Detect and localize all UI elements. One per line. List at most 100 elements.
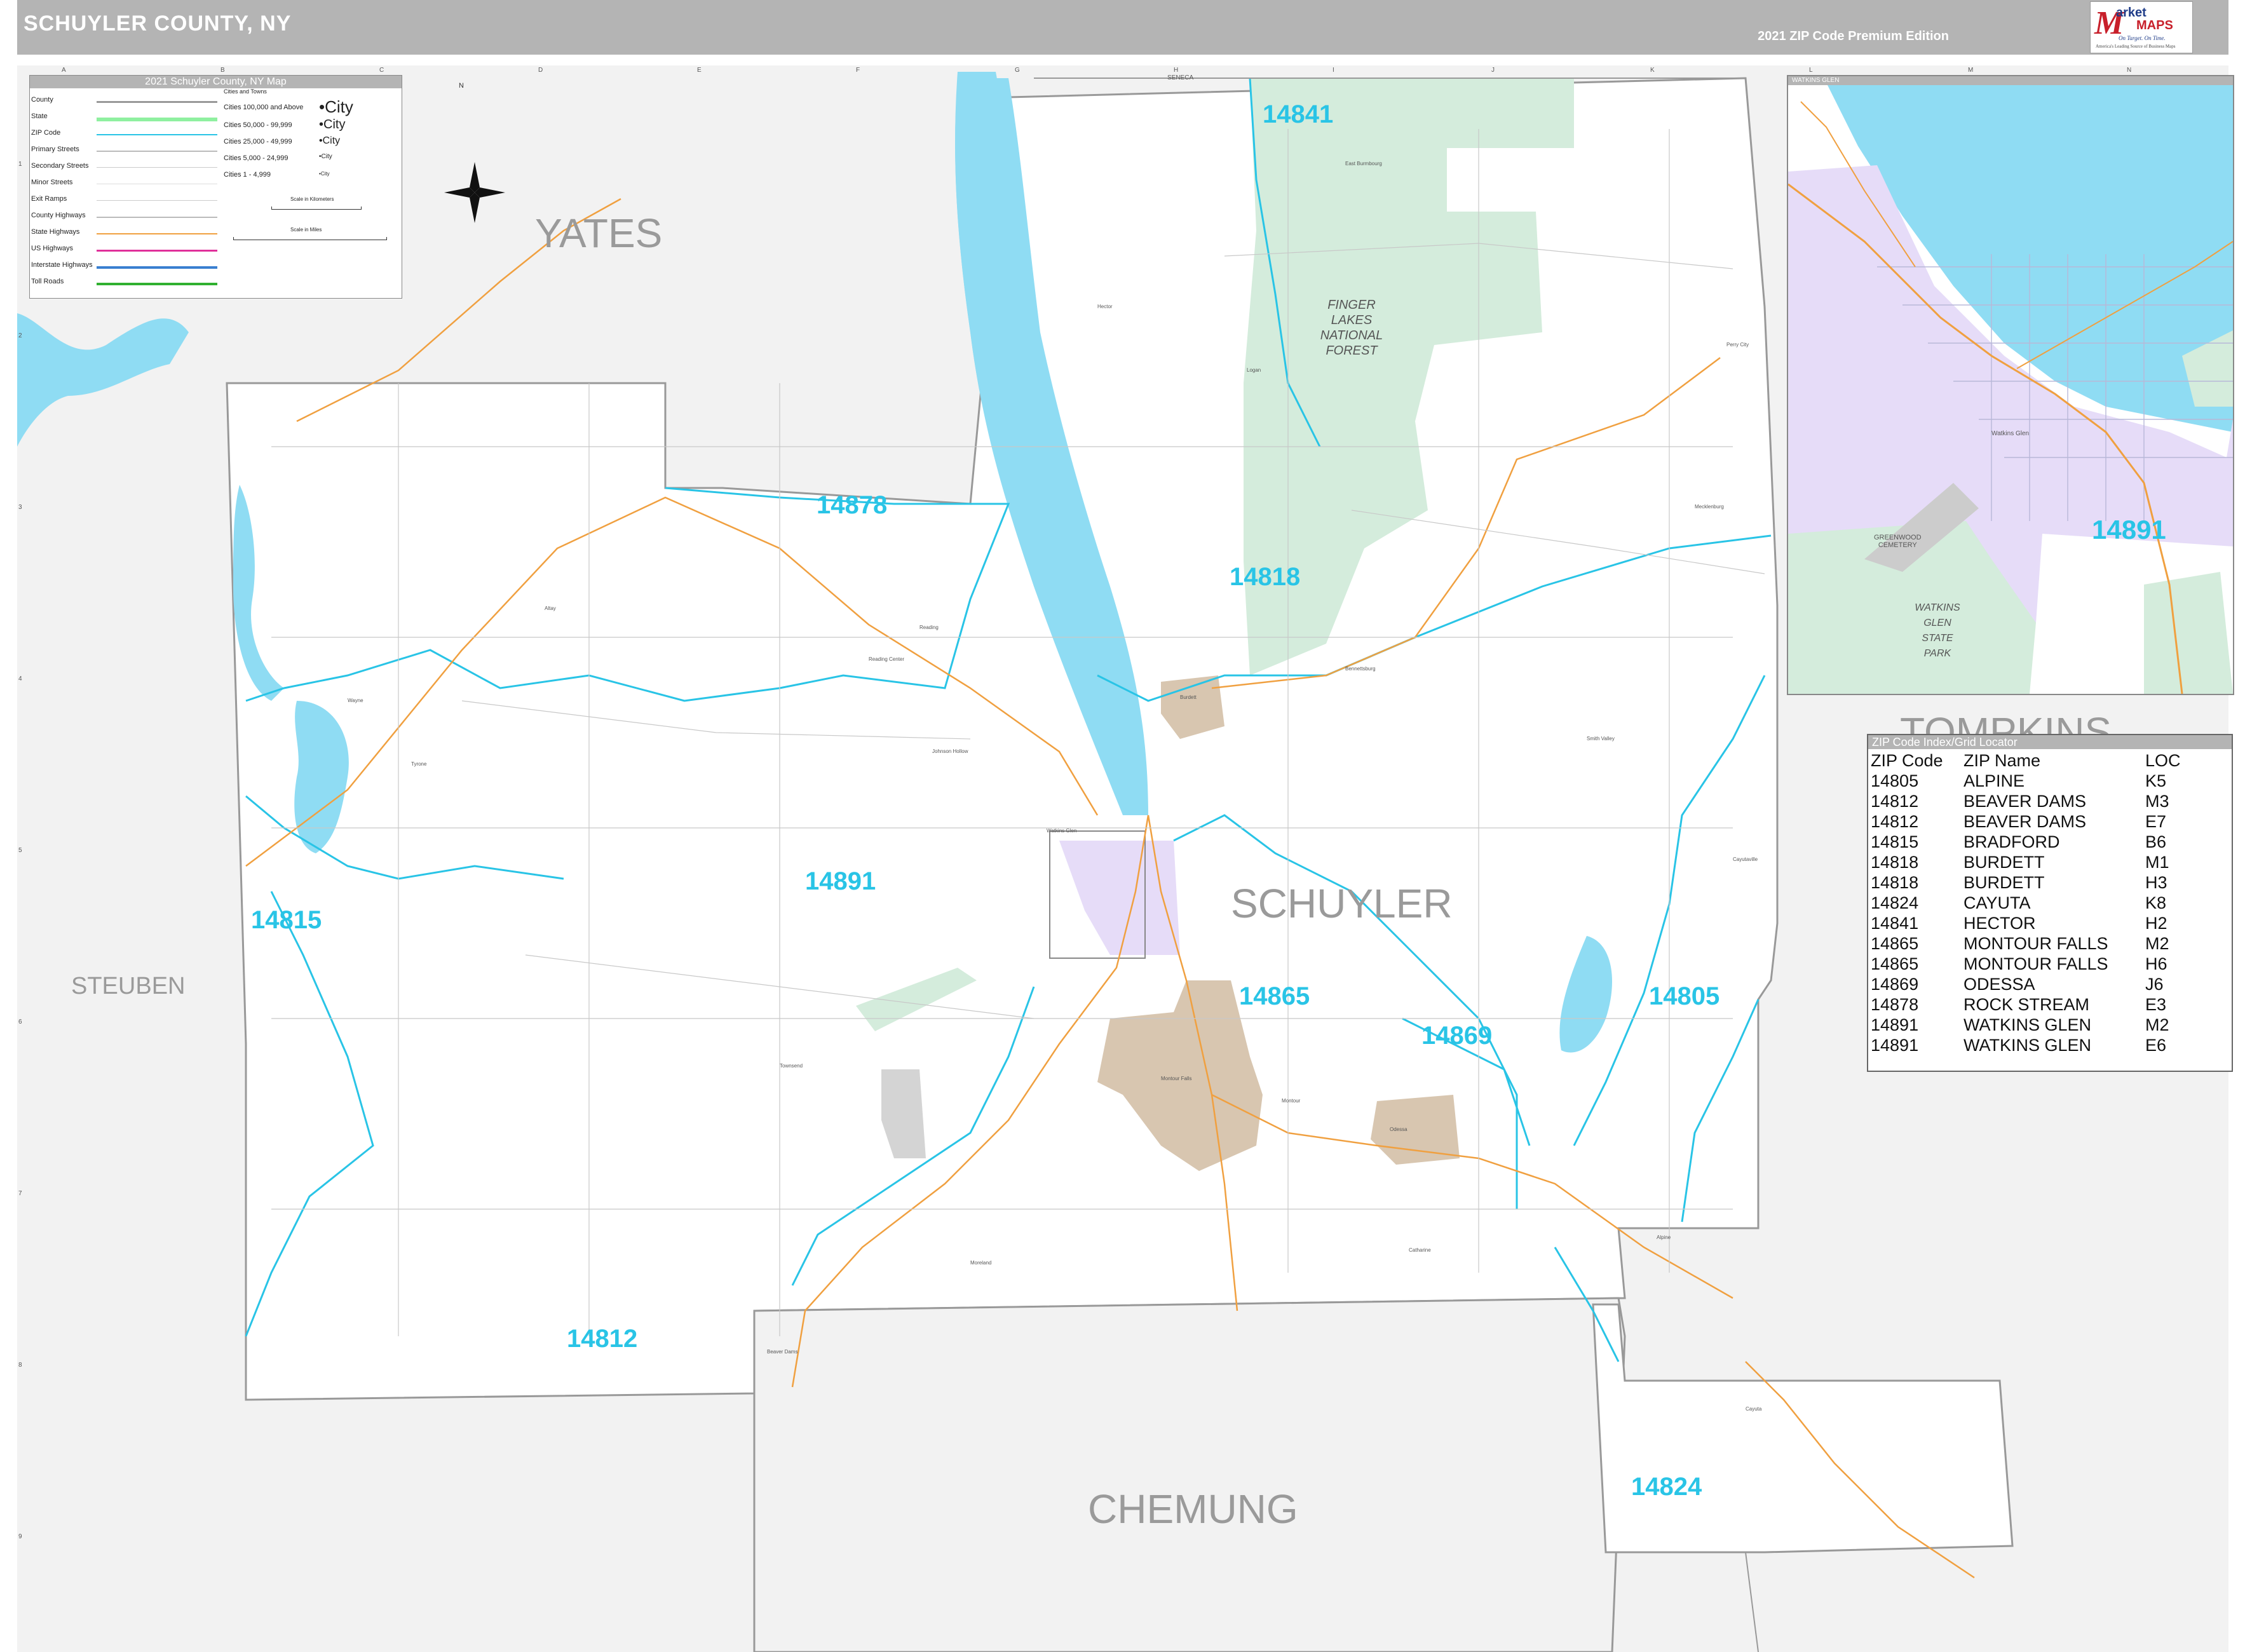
- town-label-hector: Hector: [1097, 304, 1113, 309]
- town-label-burdett: Burdett: [1180, 694, 1197, 700]
- county-label-steuben: STEUBEN: [71, 973, 186, 999]
- table-row: 14891 WATKINS GLEN E6: [1871, 1035, 2185, 1055]
- town-label-bennettsburg: Bennettsburg: [1345, 666, 1376, 672]
- loc-cell: H3: [2145, 873, 2167, 892]
- loc-cell: B6: [2145, 832, 2167, 851]
- legend-item-secondary-streets: Secondary Streets: [31, 162, 89, 170]
- grid-row-4: 4: [18, 675, 22, 682]
- legend-title: 2021 Schuyler County, NY Map: [30, 76, 402, 88]
- loc-cell: M3: [2145, 792, 2169, 811]
- name-cell: MONTOUR FALLS: [1964, 954, 2108, 973]
- forest-label: FINGER LAKES NATIONAL FOREST: [1313, 297, 1390, 358]
- legend-swatch-ramps: [97, 200, 217, 201]
- town-label-cayutaville: Cayutaville: [1733, 856, 1758, 862]
- county-label-yates: YATES: [535, 210, 663, 256]
- legend-swatch-secondary: [97, 167, 217, 168]
- chemung-county-region: [753, 1297, 1626, 1652]
- grid-col-D: D: [538, 67, 543, 74]
- legend-item-county: County: [31, 96, 53, 104]
- edition-label: 2021 ZIP Code Premium Edition: [1758, 29, 1949, 43]
- grid-row-2: 2: [18, 332, 22, 339]
- grid-row-6: 6: [18, 1019, 22, 1026]
- legend-city-text-100k: City: [325, 97, 353, 116]
- zip-cell: 14824: [1871, 893, 1919, 912]
- table-row: 14805 ALPINE K5: [1871, 771, 2185, 791]
- legend-city-text-50k: City: [323, 118, 346, 132]
- legend-city-text-5k: City: [321, 153, 332, 160]
- zip-label-14805: 14805: [1649, 982, 1720, 1010]
- legend-scale-km: Scale in Kilometers: [290, 196, 334, 202]
- zip-index-header-name: ZIP Name: [1964, 751, 2041, 770]
- legend-item-zip: ZIP Code: [31, 129, 61, 137]
- inset-park-line1: WATKINS: [1915, 602, 1960, 613]
- inset-park-line3: STATE: [1922, 633, 1953, 644]
- town-label-johnson-hollow: Johnson Hollow: [932, 748, 968, 754]
- map-legend: 2021 Schuyler County, NY Map County Stat…: [29, 75, 464, 299]
- zip-label-14818: 14818: [1230, 563, 1301, 591]
- town-label-montour-falls: Montour Falls: [1161, 1076, 1192, 1081]
- legend-swatch-county: [97, 101, 217, 103]
- table-row: 14841 HECTOR H2: [1871, 913, 2185, 933]
- grid-col-J: J: [1491, 67, 1495, 74]
- legend-city-text-1: City: [320, 171, 330, 177]
- legend-swatch-primary: [97, 151, 217, 152]
- forest-label-line3: NATIONAL: [1320, 328, 1383, 342]
- forest-label-line1: FINGER: [1327, 298, 1376, 312]
- grid-col-H: H: [1174, 67, 1179, 74]
- name-cell: HECTOR: [1964, 914, 2036, 933]
- table-row: 14865 MONTOUR FALLS H6: [1871, 954, 2185, 974]
- loc-cell: K8: [2145, 893, 2167, 912]
- loc-cell: M1: [2145, 853, 2169, 872]
- inset-title: WATKINS GLEN: [1788, 76, 2233, 85]
- legend-item-county-highways: County Highways: [31, 212, 86, 219]
- county-label-schuyler: SCHUYLER: [1231, 881, 1453, 926]
- town-label-east-burmbourg: East Burmbourg: [1345, 161, 1382, 166]
- town-label-logan: Logan: [1247, 367, 1261, 373]
- grid-row-8: 8: [18, 1362, 22, 1369]
- town-label-reading: Reading: [919, 625, 939, 630]
- legend-city-text-25k: City: [322, 135, 341, 146]
- table-row: 14824 CAYUTA K8: [1871, 893, 2185, 913]
- grid-row-1: 1: [18, 161, 22, 168]
- logo-word-maps: MAPS: [2136, 18, 2173, 32]
- grid-col-G: G: [1015, 67, 1020, 74]
- legend-city-mark-50k: •City: [319, 118, 346, 132]
- town-label-reading-center: Reading Center: [869, 656, 905, 662]
- zip-cell: 14878: [1871, 995, 1919, 1014]
- town-label-beaver-dams: Beaver Dams: [767, 1349, 798, 1355]
- name-cell: BRADFORD: [1964, 832, 2060, 851]
- name-cell: BURDETT: [1964, 853, 2045, 872]
- legend-cities-title: Cities and Towns: [224, 88, 267, 95]
- watkins-glen-inset[interactable]: WATKINS GLEN 14891 Watkins Glen GREENWOO…: [1787, 75, 2234, 695]
- zip-cell: 14818: [1871, 873, 1919, 892]
- zip-label-14865: 14865: [1239, 982, 1310, 1010]
- loc-cell: E3: [2145, 995, 2167, 1014]
- table-row: 14865 MONTOUR FALLS M2: [1871, 933, 2185, 954]
- town-label-tyrone: Tyrone: [411, 761, 427, 767]
- header-bar: SCHUYLER COUNTY, NY 2021 ZIP Code Premiu…: [17, 0, 2228, 55]
- inset-park-line4: PARK: [1923, 648, 1951, 659]
- grid-row-9: 9: [18, 1533, 22, 1540]
- legend-item-interstate: Interstate Highways: [31, 261, 93, 269]
- name-cell: BEAVER DAMS: [1964, 812, 2087, 831]
- town-label-watkins-glen: Watkins Glen: [1047, 828, 1077, 834]
- forest-label-line2: LAKES: [1331, 313, 1373, 327]
- zip-cell: 14805: [1871, 771, 1919, 790]
- town-label-smith-valley: Smith Valley: [1587, 736, 1615, 741]
- legend-city-mark-100k: •City: [319, 97, 353, 116]
- zip-cell: 14891: [1871, 1015, 1919, 1034]
- inset-town-label: Watkins Glen: [1991, 430, 2030, 437]
- legend-swatch-state: [97, 118, 217, 121]
- table-row: 14878 ROCK STREAM E3: [1871, 994, 2185, 1015]
- legend-swatch-us-hwy: [97, 250, 217, 252]
- market-maps-logo[interactable]: M arket MAPS On Target. On Time. America…: [2090, 1, 2193, 53]
- grid-col-K: K: [1650, 67, 1655, 74]
- inset-park-right: [2144, 572, 2233, 694]
- loc-cell: H6: [2145, 954, 2167, 973]
- loc-cell: M2: [2145, 1015, 2169, 1034]
- name-cell: MONTOUR FALLS: [1964, 934, 2108, 953]
- legend-swatch-county-hwy: [97, 217, 217, 218]
- town-label-moreland: Moreland: [970, 1260, 992, 1266]
- inset-park-line2: GLEN: [1923, 618, 1951, 628]
- inset-cemetery-line1: GREENWOOD: [1874, 534, 1922, 541]
